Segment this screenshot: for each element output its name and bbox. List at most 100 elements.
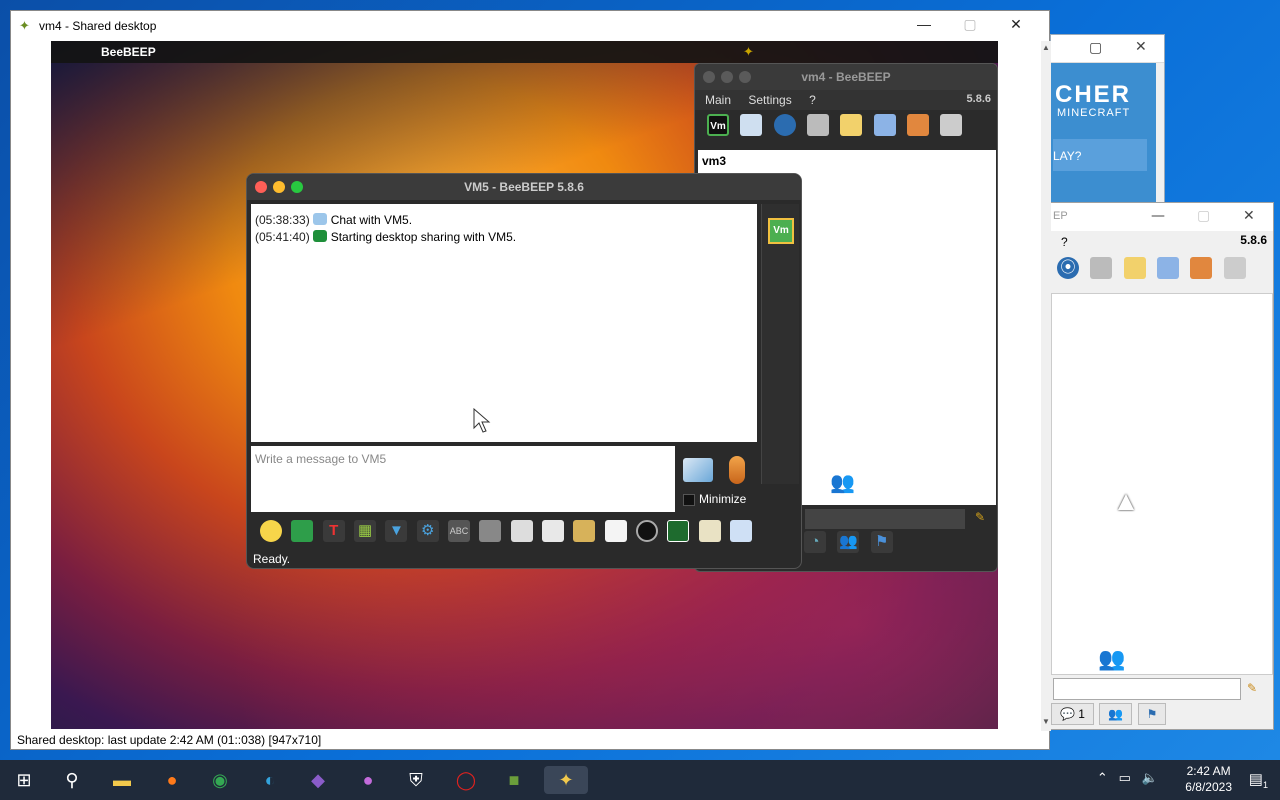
tools-icon[interactable]	[1157, 257, 1180, 279]
users-icon: 👥	[830, 472, 855, 494]
volume-icon[interactable]: 🔈	[1142, 770, 1158, 785]
menu-main[interactable]: Main	[705, 93, 731, 107]
user-list[interactable]: 👥	[1051, 293, 1273, 675]
send-icon[interactable]	[683, 458, 713, 482]
trash-icon[interactable]	[940, 114, 963, 136]
save-icon[interactable]	[698, 520, 721, 542]
paint-icon[interactable]: ●	[352, 766, 384, 794]
minimize-checkbox[interactable]	[683, 494, 695, 506]
send-file-icon[interactable]	[542, 520, 565, 542]
menubar-app-name[interactable]: BeeBEEP	[101, 45, 156, 59]
vm4-traffic-lights	[703, 71, 757, 86]
folder-icon[interactable]	[1090, 257, 1113, 279]
clear-icon[interactable]: ✎	[975, 510, 985, 524]
user-item-label[interactable]: vm3	[702, 154, 726, 168]
vertical-scrollbar[interactable]: ▲ ▼	[1041, 41, 1051, 731]
folder-icon[interactable]	[807, 114, 830, 136]
settings-icon[interactable]: ⚙	[416, 520, 439, 542]
scroll-up-icon[interactable]: ▲	[1042, 43, 1050, 52]
menu-help[interactable]: ?	[809, 93, 816, 107]
chat-traffic-lights	[255, 181, 309, 196]
chat-history[interactable]: (05:38:33) Chat with VM5. (05:41:40) Start…	[251, 204, 757, 442]
minimize-icon[interactable]: —	[1151, 208, 1165, 224]
network-icon[interactable]	[773, 114, 796, 136]
play-button[interactable]: LAY?	[1053, 139, 1147, 171]
start-icon[interactable]: ⊞	[8, 766, 40, 794]
minimize-icon[interactable]: ▢	[1089, 40, 1102, 56]
window-title: vm4 - Shared desktop	[39, 19, 157, 33]
zoom-button[interactable]	[291, 181, 303, 193]
minecraft-titlebar: ▢ ✕	[1051, 35, 1164, 63]
message-input[interactable]: Write a message to VM5	[251, 446, 675, 512]
beebeep-taskbar-icon[interactable]: ✦	[544, 766, 588, 794]
close-icon[interactable]: ✕	[993, 16, 1039, 33]
menu-settings[interactable]: Settings	[748, 93, 791, 107]
tab-chats[interactable]: ◔	[804, 531, 826, 553]
chat-members-sidebar: Vm	[761, 204, 799, 484]
right-search-input[interactable]	[1053, 678, 1241, 700]
maximize-icon[interactable]: ▢	[1197, 208, 1210, 224]
email-icon[interactable]	[291, 520, 314, 542]
emoticon-icon[interactable]	[260, 520, 282, 542]
document-icon[interactable]	[479, 520, 502, 542]
firefox-icon[interactable]: ●	[156, 766, 188, 794]
filter-icon[interactable]: ▼	[385, 520, 408, 542]
message-time: (05:38:33)	[255, 213, 310, 227]
tab-users[interactable]: 👥	[837, 531, 860, 553]
network-icon[interactable]: ⦿	[1057, 257, 1079, 279]
close-button[interactable]	[255, 181, 267, 193]
message-text: Chat with VM5.	[330, 213, 413, 227]
trash-icon[interactable]	[1223, 257, 1246, 279]
scroll-down-icon[interactable]: ▼	[1042, 717, 1050, 726]
minimize-button[interactable]	[721, 71, 733, 83]
file-icon[interactable]	[510, 520, 533, 542]
share-icon[interactable]	[907, 114, 930, 136]
spellcheck-icon[interactable]: ABC	[448, 520, 471, 542]
vm4-search-input[interactable]	[805, 509, 965, 529]
detach-icon[interactable]	[730, 520, 753, 542]
chrome-icon[interactable]: ◉	[204, 766, 236, 794]
minimize-icon[interactable]: —	[901, 16, 947, 32]
visual-studio-icon[interactable]: ◆	[302, 766, 334, 794]
color-icon[interactable]: ▦	[354, 520, 377, 542]
security-icon[interactable]: ⛨	[400, 766, 432, 794]
status-vm-button[interactable]: Vm	[707, 114, 729, 136]
microphone-icon[interactable]	[729, 456, 745, 484]
edge-icon[interactable]: ◐	[254, 766, 286, 794]
notes-icon[interactable]	[840, 114, 863, 136]
member-avatar[interactable]: Vm	[768, 218, 794, 244]
bee-tray-icon[interactable]: ✦	[743, 44, 754, 60]
tab-chats[interactable]: 💬 1	[1051, 703, 1094, 725]
clear-icon[interactable]: ✎	[1247, 681, 1257, 695]
tab-groups[interactable]: ⚑	[870, 531, 893, 553]
notification-icon[interactable]: ▤1	[1249, 770, 1268, 790]
tab-groups[interactable]: ⚑	[1137, 703, 1167, 725]
desktop-share-icon[interactable]	[667, 520, 690, 542]
tab-users[interactable]: 👥	[1099, 703, 1133, 725]
opera-icon[interactable]: ◯	[450, 766, 482, 794]
vm4-tabs: ◔ 👥 ⚑	[800, 531, 990, 553]
chevron-up-icon[interactable]: ⌃	[1097, 770, 1108, 785]
network-icon[interactable]: ▭	[1119, 770, 1131, 785]
notes-icon[interactable]	[1123, 257, 1146, 279]
remote-mac-screen[interactable]: BeeBEEP ✦ vm4 - BeeBEEP Main Settings ? …	[51, 41, 998, 729]
minimize-button[interactable]	[273, 181, 285, 193]
font-icon[interactable]: T	[322, 520, 345, 542]
vcard-icon[interactable]	[740, 114, 763, 136]
close-icon[interactable]: ✕	[1135, 39, 1147, 55]
minecraft-icon[interactable]: ■	[498, 766, 530, 794]
screenshot-icon[interactable]	[636, 520, 659, 542]
file-explorer-icon[interactable]: ▬	[106, 766, 138, 794]
search-icon[interactable]: ⚲	[56, 766, 88, 794]
tools-icon[interactable]	[873, 114, 896, 136]
close-button[interactable]	[703, 71, 715, 83]
menu-help[interactable]: ?	[1061, 235, 1068, 249]
maximize-icon[interactable]: ▢	[947, 16, 993, 33]
zoom-button[interactable]	[739, 71, 751, 83]
code-icon[interactable]	[604, 520, 627, 542]
share-icon[interactable]	[1190, 257, 1213, 279]
send-folder-icon[interactable]	[573, 520, 596, 542]
system-tray: ⌃ ▭ 🔈	[1097, 770, 1158, 786]
clock[interactable]: 2:42 AM 6/8/2023	[1185, 763, 1232, 795]
close-icon[interactable]: ✕	[1243, 208, 1255, 224]
